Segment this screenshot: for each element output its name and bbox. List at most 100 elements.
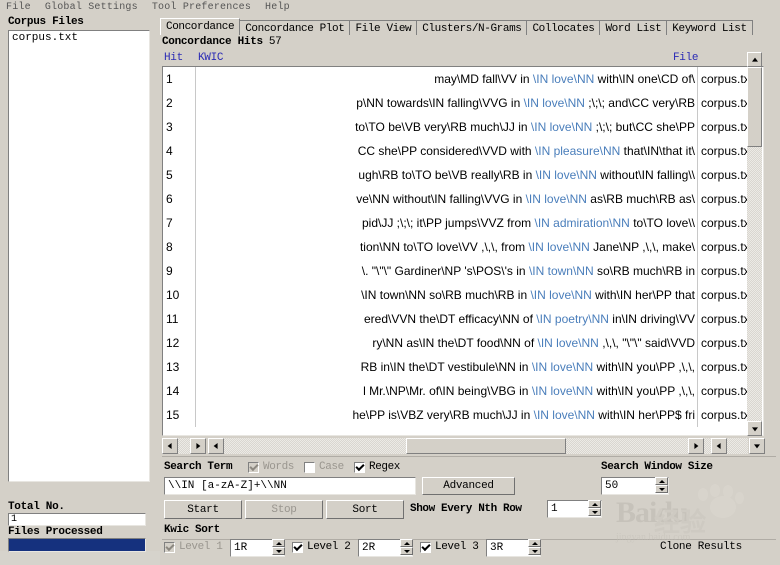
scroll-up-button[interactable] [747, 52, 762, 67]
kwic-right-context: as\RB much\RB as\ [586, 192, 695, 206]
table-row[interactable]: 4 CC she\PP considered\VVD with \IN pleas… [163, 139, 763, 163]
table-row[interactable]: 2 p\NN towards\IN falling\VVG in \IN love… [163, 91, 763, 115]
kwic-keyword: \IN love\NN [531, 384, 594, 398]
row-hit-number: 10 [166, 288, 180, 302]
kwic-left-context: tion\NN to\TO love\VV ,\,\, from [359, 240, 529, 254]
clone-results-button[interactable]: Clone Results [660, 541, 742, 553]
regex-checkbox[interactable] [354, 462, 365, 473]
start-button[interactable]: Start [164, 500, 242, 519]
kwic-left-context: he\PP is\VBZ very\RB much\JJ in [352, 408, 534, 422]
search-term-input[interactable]: \\IN [a-zA-Z]+\\NN [164, 477, 416, 495]
menu-item-file[interactable]: File [6, 2, 31, 13]
column-divider [195, 187, 196, 211]
tab-collocates[interactable]: Collocates [526, 20, 601, 35]
level3-checkbox[interactable] [420, 542, 431, 553]
scroll-down-button[interactable] [747, 421, 762, 436]
tab-file-view[interactable]: File View [349, 20, 418, 35]
stop-button[interactable]: Stop [245, 500, 323, 519]
menu-item-help[interactable]: Help [265, 2, 290, 13]
kwic-scroll-right-button[interactable] [688, 438, 704, 454]
level2-stepper[interactable] [400, 539, 413, 556]
table-row[interactable]: 3 to\TO be\VB very\RB much\JJ in \IN love… [163, 115, 763, 139]
table-row[interactable]: 15 he\PP is\VBZ very\RB much\JJ in \IN lo… [163, 403, 763, 427]
case-checkbox[interactable] [304, 462, 315, 473]
level2-checkbox[interactable] [292, 542, 303, 553]
hit-scroll-right-button[interactable] [190, 438, 206, 454]
kwic-keyword: \IN love\NN [530, 288, 592, 302]
concordance-hits: Concordance Hits 57 [162, 36, 282, 48]
level3-stepper[interactable] [528, 539, 541, 556]
column-header-file[interactable]: File [673, 52, 699, 64]
level1-checkbox[interactable] [164, 542, 175, 553]
table-row[interactable]: 1 may\MD fall\VV in \IN love\NN with\IN o… [163, 67, 763, 91]
column-divider [697, 259, 698, 283]
vertical-scroll-track[interactable] [747, 67, 762, 421]
row-kwic: ve\NN without\IN falling\VVG in \IN love… [197, 187, 697, 211]
concordance-results-table[interactable]: 1 may\MD fall\VV in \IN love\NN with\IN o… [162, 66, 764, 436]
kwic-right-context: that\IN\that it\ [620, 144, 695, 158]
kwic-scroll-left-button[interactable] [208, 438, 224, 454]
row-file: corpus.txt [701, 120, 754, 134]
row-hit-number: 15 [166, 408, 180, 422]
results-column-header: Hit KWIC File [162, 52, 764, 66]
row-kwic: he\PP is\VBZ very\RB much\JJ in \IN love… [197, 403, 697, 427]
hit-column-scrollbar[interactable] [162, 438, 206, 454]
table-row[interactable]: 6 ve\NN without\IN falling\VVG in \IN lov… [163, 187, 763, 211]
table-row[interactable]: 9 \. "\"\" Gardiner\NP 's\POS\'s in \IN t… [163, 259, 763, 283]
level1-stepper[interactable] [272, 539, 285, 556]
kwic-right-context: so\RB much\RB in [593, 264, 695, 278]
table-row[interactable]: 8 tion\NN to\TO love\VV ,\,\, from \IN lo… [163, 235, 763, 259]
files-processed-label: Files Processed [8, 526, 103, 538]
row-hit-number: 7 [166, 216, 173, 230]
kwic-right-context: ;\;\; and\CC very\RB [584, 96, 695, 110]
file-scroll-corner-button[interactable] [749, 438, 765, 454]
row-hit-number: 5 [166, 168, 173, 182]
row-file: corpus.txt [701, 336, 754, 350]
table-row[interactable]: 5 ugh\RB to\TO be\VB really\RB in \IN lov… [163, 163, 763, 187]
total-no-value: 1 [8, 513, 146, 526]
column-header-hit[interactable]: Hit [164, 52, 183, 64]
table-row[interactable]: 7 pid\JJ ;\;\; it\PP jumps\VVZ from \IN a… [163, 211, 763, 235]
column-divider [195, 331, 196, 355]
file-scroll-left-button[interactable] [711, 438, 727, 454]
hit-scroll-left-button[interactable] [162, 438, 178, 454]
table-row[interactable]: 10 \IN town\NN so\RB much\RB in \IN love\… [163, 283, 763, 307]
words-checkbox[interactable] [248, 462, 259, 473]
total-no-group: Total No. 1 Files Processed [8, 501, 148, 552]
tab-word-list[interactable]: Word List [599, 20, 668, 35]
files-processed-progress [8, 538, 146, 552]
menu-item-global-settings[interactable]: Global Settings [45, 2, 138, 13]
kwic-keyword: \IN love\NN [531, 360, 594, 374]
column-divider [697, 331, 698, 355]
table-row[interactable]: 14 l Mr.\NP\Mr. of\IN being\VBG in \IN lo… [163, 379, 763, 403]
search-window-size-stepper[interactable] [655, 477, 668, 494]
file-column-scrollbar-right[interactable] [749, 438, 765, 454]
table-row[interactable]: 12 ry\NN as\IN the\DT food\NN of \IN love… [163, 331, 763, 355]
kwic-right-context: with\IN you\PP ,\,\, [593, 360, 696, 374]
kwic-left-context: l Mr.\NP\Mr. of\IN being\VBG in [363, 384, 532, 398]
list-item[interactable]: corpus.txt [9, 31, 149, 45]
tab-concordance-plot[interactable]: Concordance Plot [239, 20, 351, 35]
corpus-files-list[interactable]: corpus.txt [8, 30, 150, 482]
column-header-kwic[interactable]: KWIC [198, 52, 224, 64]
show-every-nth-row-stepper[interactable] [588, 500, 601, 517]
kwic-column-scrollbar[interactable] [208, 438, 748, 454]
menu-bar: File Global Settings Tool Preferences He… [0, 0, 780, 14]
results-vertical-scrollbar[interactable] [747, 52, 762, 436]
vertical-scroll-thumb[interactable] [747, 67, 762, 147]
table-row[interactable]: 11 ered\VVN the\DT efficacy\NN of \IN poe… [163, 307, 763, 331]
table-row[interactable]: 13 RB in\IN the\DT vestibule\NN in \IN lo… [163, 355, 763, 379]
sort-button[interactable]: Sort [326, 500, 404, 519]
column-divider [195, 211, 196, 235]
kwic-right-context: with\IN her\PP that [591, 288, 695, 302]
kwic-scroll-thumb[interactable] [406, 438, 566, 454]
row-hit-number: 14 [166, 384, 180, 398]
column-divider [697, 403, 698, 427]
row-file: corpus.txt [701, 168, 754, 182]
row-kwic: ugh\RB to\TO be\VB really\RB in \IN love… [197, 163, 697, 187]
advanced-button[interactable]: Advanced [422, 477, 515, 495]
menu-item-tool-preferences[interactable]: Tool Preferences [152, 2, 251, 13]
tab-concordance[interactable]: Concordance [160, 18, 241, 35]
tab-clusters-ngrams[interactable]: Clusters/N-Grams [416, 20, 528, 35]
tab-keyword-list[interactable]: Keyword List [666, 20, 753, 35]
